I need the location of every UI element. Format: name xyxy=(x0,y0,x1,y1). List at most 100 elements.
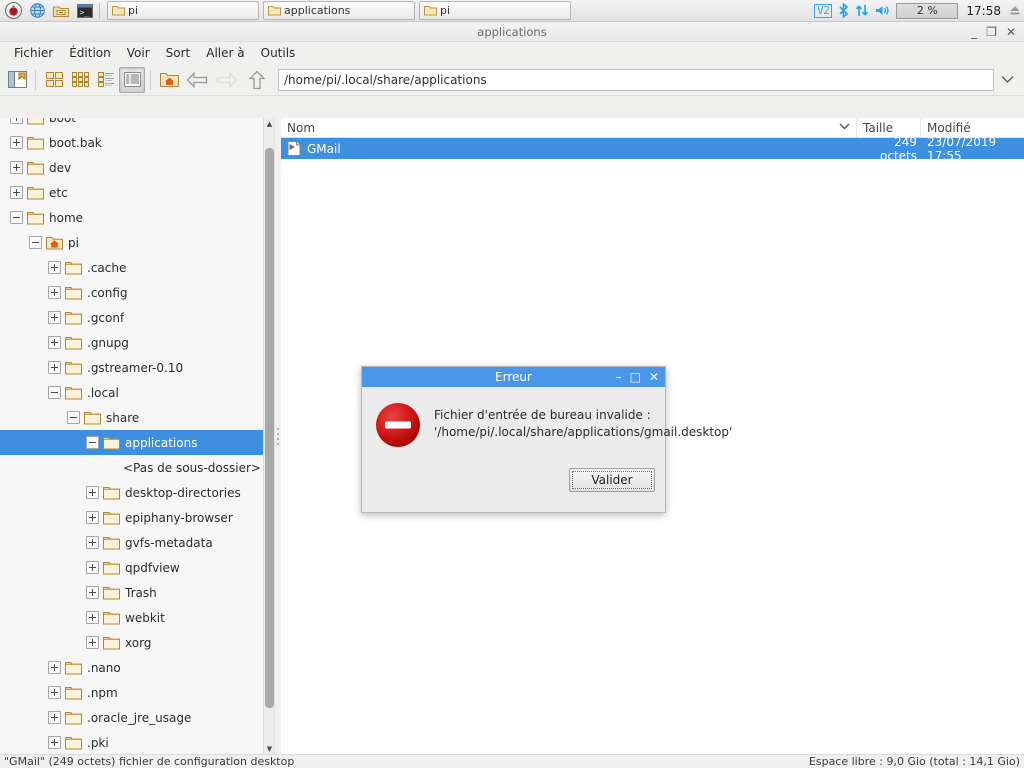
tree-item-pi[interactable]: pi xyxy=(0,230,263,255)
expand-icon[interactable] xyxy=(86,611,99,624)
terminal-icon[interactable]: >_ xyxy=(74,1,96,21)
tree-item-npm[interactable]: .npm xyxy=(0,680,263,705)
task-button-applications[interactable]: applications xyxy=(263,1,415,20)
expand-icon[interactable] xyxy=(86,636,99,649)
expand-icon[interactable] xyxy=(86,561,99,574)
view-details-icon[interactable] xyxy=(119,66,145,93)
collapse-icon[interactable] xyxy=(29,236,42,249)
tree-item-gconf[interactable]: .gconf xyxy=(0,305,263,330)
scrollbar-thumb[interactable] xyxy=(265,148,274,708)
tree-item-boot[interactable]: boot xyxy=(0,118,263,130)
tree-item-config[interactable]: .config xyxy=(0,280,263,305)
scroll-down-arrow-icon[interactable]: ▼ xyxy=(264,743,274,754)
tree-item-home[interactable]: home xyxy=(0,205,263,230)
task-button-pi-2[interactable]: pi xyxy=(419,1,571,20)
tree-item-nano[interactable]: .nano xyxy=(0,655,263,680)
expand-icon[interactable] xyxy=(48,686,61,699)
expand-icon[interactable] xyxy=(10,118,23,124)
task-button-pi-1[interactable]: pi xyxy=(107,1,259,20)
expand-icon[interactable] xyxy=(86,586,99,599)
tree-item-label: .pki xyxy=(87,735,109,750)
expand-icon[interactable] xyxy=(86,511,99,524)
view-compact-icon[interactable] xyxy=(67,67,93,93)
tree-item-qpdfview[interactable]: qpdfview xyxy=(0,555,263,580)
tree-item-dev[interactable]: dev xyxy=(0,155,263,180)
view-icons-icon[interactable] xyxy=(41,67,67,93)
expand-icon[interactable] xyxy=(48,336,61,349)
tree-item-gvfs-metadata[interactable]: gvfs-metadata xyxy=(0,530,263,555)
scroll-up-arrow-icon[interactable]: ▲ xyxy=(264,118,274,129)
column-header-modifie[interactable]: Modifié xyxy=(921,118,1024,137)
tree-item-desktop-directories[interactable]: desktop-directories xyxy=(0,480,263,505)
column-header-taille[interactable]: Taille xyxy=(857,118,921,137)
bluetooth-icon[interactable] xyxy=(838,3,849,18)
network-icon[interactable] xyxy=(855,3,869,18)
tree-item-webkit[interactable]: webkit xyxy=(0,605,263,630)
expand-icon[interactable] xyxy=(10,186,23,199)
tree-item-xorg[interactable]: xorg xyxy=(0,630,263,655)
up-arrow-icon[interactable] xyxy=(242,67,272,93)
dialog-close-button[interactable]: ✕ xyxy=(649,371,659,383)
web-browser-icon[interactable] xyxy=(26,1,48,21)
expand-icon[interactable] xyxy=(10,136,23,149)
tree-item-oracle-jre-usage[interactable]: .oracle_jre_usage xyxy=(0,705,263,730)
window-close-button[interactable]: ✕ xyxy=(1006,26,1016,38)
expand-icon[interactable] xyxy=(86,486,99,499)
expand-icon[interactable] xyxy=(48,736,61,749)
collapse-icon[interactable] xyxy=(67,411,80,424)
column-header-nom[interactable]: Nom xyxy=(281,118,857,137)
tree-item-boot-bak[interactable]: boot.bak xyxy=(0,130,263,155)
expand-icon[interactable] xyxy=(48,711,61,724)
window-maximize-button[interactable]: ❐ xyxy=(986,26,997,38)
tree-item-local[interactable]: .local xyxy=(0,380,263,405)
view-thumbnails-icon[interactable] xyxy=(93,67,119,93)
expand-icon[interactable] xyxy=(48,311,61,324)
folder-icon xyxy=(27,186,44,199)
menu-edition[interactable]: Édition xyxy=(61,44,119,62)
raspberry-menu-icon[interactable] xyxy=(2,1,24,21)
file-row[interactable]: GMail 249 octets 23/07/2019 17:55 xyxy=(281,135,1024,163)
eject-icon[interactable] xyxy=(1009,4,1021,17)
expand-icon[interactable] xyxy=(48,286,61,299)
window-minimize-button[interactable]: _ xyxy=(971,26,977,38)
menu-voir[interactable]: Voir xyxy=(119,44,158,62)
valider-button[interactable]: Valider xyxy=(569,468,655,492)
tree-item-share[interactable]: share xyxy=(0,405,263,430)
expand-icon[interactable] xyxy=(48,361,61,374)
cpu-monitor[interactable]: 2 % xyxy=(896,2,959,19)
collapse-icon[interactable] xyxy=(48,386,61,399)
collapse-icon[interactable] xyxy=(86,436,99,449)
collapse-icon[interactable] xyxy=(10,211,23,224)
folder-icon xyxy=(65,336,82,349)
dialog-minimize-button[interactable]: – xyxy=(616,371,622,383)
tree-item-pas-de-sous-dossier[interactable]: <Pas de sous-dossier> xyxy=(0,455,263,480)
tree-vertical-scrollbar[interactable]: ▲ ▼ xyxy=(263,118,274,754)
tree-item-trash[interactable]: Trash xyxy=(0,580,263,605)
menu-sort[interactable]: Sort xyxy=(158,44,199,62)
expand-icon[interactable] xyxy=(86,536,99,549)
back-arrow-icon[interactable] xyxy=(182,67,212,93)
tree-item-cache[interactable]: .cache xyxy=(0,255,263,280)
sidebar-toggle-icon[interactable] xyxy=(4,67,30,93)
menu-fichier[interactable]: Fichier xyxy=(6,44,61,62)
dialog-maximize-button[interactable]: □ xyxy=(630,371,641,383)
tree-item-etc[interactable]: etc xyxy=(0,180,263,205)
expand-icon[interactable] xyxy=(48,261,61,274)
expand-icon[interactable] xyxy=(48,661,61,674)
path-input[interactable]: /home/pi/.local/share/applications xyxy=(278,68,994,91)
menu-outils[interactable]: Outils xyxy=(253,44,304,62)
tree-item-pki[interactable]: .pki xyxy=(0,730,263,754)
home-icon[interactable] xyxy=(156,67,182,93)
vpn-v2-badge[interactable]: V2 xyxy=(814,3,833,18)
volume-icon[interactable] xyxy=(875,4,890,17)
tree-item-epiphany-browser[interactable]: epiphany-browser xyxy=(0,505,263,530)
chevron-down-icon[interactable] xyxy=(994,67,1020,93)
tree-item-applications[interactable]: applications xyxy=(0,430,263,455)
file-manager-icon[interactable] xyxy=(50,1,72,21)
tree-item-gnupg[interactable]: .gnupg xyxy=(0,330,263,355)
clock[interactable]: 17:58 xyxy=(964,4,1003,18)
menu-aller-a[interactable]: Aller à xyxy=(198,44,252,62)
tree-item-gstreamer-0-10[interactable]: .gstreamer-0.10 xyxy=(0,355,263,380)
expand-icon[interactable] xyxy=(10,161,23,174)
forward-arrow-icon[interactable] xyxy=(212,67,242,93)
